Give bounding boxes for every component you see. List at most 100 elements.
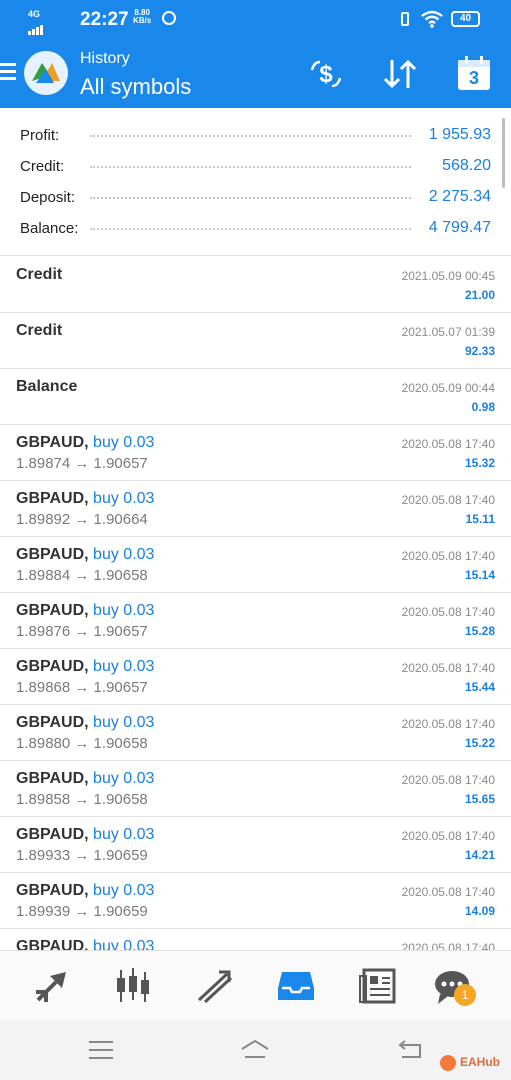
deal-prices: 1.89939 → 1.90659	[16, 903, 148, 920]
deposit-filter-icon[interactable]: $	[306, 54, 346, 94]
trade-icon[interactable]	[195, 966, 235, 1006]
deal-prices: 1.89880 → 1.90658	[16, 735, 148, 752]
deal-profit: 15.28	[464, 624, 495, 638]
history-icon[interactable]	[276, 966, 316, 1006]
deal-datetime: 2020.05.08 17:40	[401, 437, 495, 451]
table-row[interactable]: GBPAUD, buy 0.03 1.89884 → 1.90658 2020.…	[0, 537, 511, 593]
deal-profit: 14.21	[464, 848, 495, 862]
dotted-leader	[90, 135, 411, 137]
deal-type: Credit	[16, 322, 63, 339]
history-list: Credit 2021.05.09 00:45 21.00 Credit 202…	[0, 257, 511, 950]
deal-profit: 15.14	[464, 568, 495, 582]
list-item[interactable]: Credit 2021.05.09 00:45 21.00	[0, 257, 511, 313]
battery-indicator: 40	[451, 11, 480, 27]
table-row[interactable]: GBPAUD, buy 0.03 1.89880 → 1.90658 2020.…	[0, 705, 511, 761]
svg-text:$: $	[319, 61, 333, 88]
deal-profit: 14.09	[464, 904, 495, 918]
back-icon[interactable]	[396, 1037, 426, 1063]
deal-side: buy 0.03	[93, 770, 155, 787]
scrollbar[interactable]	[502, 118, 505, 188]
page-title: History	[80, 50, 130, 67]
watermark: EAHub	[440, 1055, 500, 1071]
bottom-navigation: 1	[0, 950, 511, 1020]
summary-value: 568.20	[436, 157, 491, 175]
deal-datetime: 2020.05.08 17:40	[401, 941, 495, 950]
eahub-logo-icon	[440, 1055, 456, 1071]
summary-label: Balance:	[20, 220, 79, 237]
deal-symbol: GBPAUD, buy 0.03	[16, 938, 154, 950]
deal-side: buy 0.03	[93, 602, 155, 619]
table-row[interactable]: GBPAUD, buy 0.03 1.89892 → 1.90664 2020.…	[0, 481, 511, 537]
deal-symbol: GBPAUD, buy 0.03	[16, 490, 154, 508]
deal-symbol: GBPAUD, buy 0.03	[16, 770, 154, 788]
deal-datetime: 2020.05.08 17:40	[401, 829, 495, 843]
app-logo	[24, 51, 68, 95]
deal-profit: 15.44	[464, 680, 495, 694]
deal-amount: 21.00	[464, 288, 495, 302]
deal-datetime: 2021.05.09 00:45	[401, 269, 495, 283]
deal-profit: 15.22	[464, 736, 495, 750]
symbol-name: GBPAUD,	[16, 770, 89, 787]
deal-side: buy 0.03	[93, 938, 155, 950]
deal-symbol: GBPAUD, buy 0.03	[16, 826, 154, 844]
sort-icon[interactable]	[380, 54, 420, 94]
list-item[interactable]: Balance 2020.05.09 00:44 0.98	[0, 369, 511, 425]
messages-badge: 1	[454, 984, 476, 1006]
deal-symbol: GBPAUD, buy 0.03	[16, 658, 154, 676]
deal-prices: 1.89892 → 1.90664	[16, 511, 148, 528]
deal-symbol: GBPAUD, buy 0.03	[16, 714, 154, 732]
symbol-name: GBPAUD,	[16, 602, 89, 619]
dotted-leader	[90, 228, 411, 230]
menu-icon[interactable]	[0, 63, 16, 83]
clock: 22:27	[80, 9, 129, 30]
summary-row-credit: Credit: 568.20	[0, 151, 511, 182]
deal-datetime: 2021.05.07 01:39	[401, 325, 495, 339]
deal-side: buy 0.03	[93, 434, 155, 451]
list-item[interactable]: Credit 2021.05.07 01:39 92.33	[0, 313, 511, 369]
calendar-day: 3	[468, 68, 479, 88]
deal-datetime: 2020.05.08 17:40	[401, 885, 495, 899]
deal-datetime: 2020.05.08 17:40	[401, 773, 495, 787]
deal-side: buy 0.03	[93, 658, 155, 675]
chart-icon[interactable]	[113, 966, 153, 1006]
quotes-icon[interactable]	[32, 966, 72, 1006]
home-icon[interactable]	[240, 1037, 270, 1063]
deal-amount: 0.98	[471, 400, 495, 414]
dotted-leader	[90, 197, 411, 199]
table-row[interactable]: GBPAUD, buy 0.03 1.89874 → 1.90657 2020.…	[0, 425, 511, 481]
deal-side: buy 0.03	[93, 826, 155, 843]
deal-side: buy 0.03	[93, 490, 155, 507]
news-icon[interactable]	[358, 966, 398, 1006]
table-row[interactable]: GBPAUD, buy 0.03 1.89933 → 1.90659 2020.…	[0, 817, 511, 873]
deal-prices: 1.89874 → 1.90657	[16, 455, 148, 472]
deal-datetime: 2020.05.08 17:40	[401, 493, 495, 507]
whatsapp-icon	[162, 11, 176, 25]
deal-type: Credit	[16, 266, 63, 283]
summary-label: Credit:	[20, 158, 65, 175]
summary-value: 4 799.47	[422, 219, 491, 237]
deal-datetime: 2020.05.08 17:40	[401, 717, 495, 731]
deal-symbol: GBPAUD, buy 0.03	[16, 434, 154, 452]
deal-symbol: GBPAUD, buy 0.03	[16, 546, 154, 564]
wifi-icon	[421, 10, 443, 28]
summary-row-deposit: Deposit: 2 275.34	[0, 182, 511, 213]
table-row[interactable]: GBPAUD, buy 0.03 1.89939 → 1.90659 2020.…	[0, 873, 511, 929]
deal-prices: 1.89858 → 1.90658	[16, 791, 148, 808]
deal-side: buy 0.03	[93, 714, 155, 731]
speed-unit: KB/s	[133, 16, 152, 25]
deal-prices: 1.89876 → 1.90657	[16, 623, 148, 640]
table-row[interactable]: GBPAUD, buy 0.03 1.89858 → 1.90658 2020.…	[0, 761, 511, 817]
vibrate-icon	[401, 12, 409, 26]
summary-value: 2 275.34	[422, 188, 491, 206]
recent-apps-icon[interactable]	[86, 1037, 116, 1063]
table-row[interactable]: GBPAUD, buy 0.03 1.89868 → 1.90657 2020.…	[0, 649, 511, 705]
deal-profit: 15.11	[465, 512, 495, 526]
table-row[interactable]: GBPAUD, buy 0.03 1.89876 → 1.90657 2020.…	[0, 593, 511, 649]
symbol-name: GBPAUD,	[16, 826, 89, 843]
calendar-icon[interactable]: 3	[454, 54, 494, 94]
summary-value: 1 955.93	[422, 126, 491, 144]
symbol-filter[interactable]: All symbols	[80, 74, 191, 100]
table-row[interactable]: GBPAUD, buy 0.03 2020.05.08 17:40	[0, 929, 511, 950]
watermark-text: EAHub	[460, 1055, 500, 1070]
deal-profit: 15.65	[464, 792, 495, 806]
